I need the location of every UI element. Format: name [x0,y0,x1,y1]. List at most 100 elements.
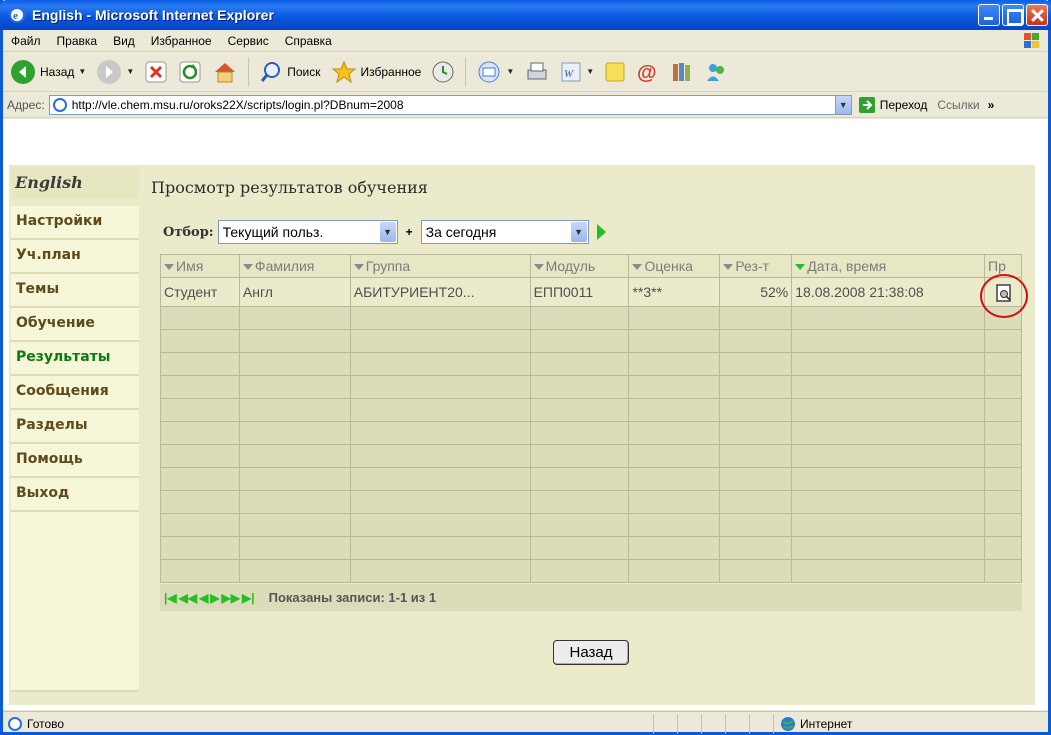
column-header-module[interactable]: Модуль [529,254,630,278]
forward-dropdown-icon[interactable]: ▼ [126,67,134,76]
window-title: English - Microsoft Internet Explorer [32,7,274,23]
chevron-down-icon[interactable]: ▼ [570,222,587,242]
column-header-grade[interactable]: Оценка [628,254,721,278]
empty-row [160,490,1022,514]
go-arrow-icon [858,96,875,113]
pager: |◀ ◀◀ ◀ ▶ ▶▶ ▶| Показаны записи: 1-1 из … [160,584,1022,611]
empty-row [160,375,1022,399]
research-button[interactable] [667,58,697,86]
address-dropdown-icon[interactable]: ▼ [834,95,851,114]
refresh-button[interactable] [175,58,205,86]
status-cell [701,713,725,734]
chevron-right-icon[interactable]: » [988,98,995,112]
page-title: Просмотр результатов обучения [151,178,428,197]
column-header-surname[interactable]: Фамилия [238,254,351,278]
cell-last-name: Англ [238,277,351,307]
back-page-button[interactable]: Назад [553,640,629,665]
status-cell [677,713,701,734]
menu-file[interactable]: Файл [3,34,49,48]
history-button[interactable] [428,58,458,86]
cell-grade: **3** [628,277,721,307]
column-header-name[interactable]: Имя [160,254,240,278]
mail-button[interactable]: ▼ [473,58,517,86]
records-count: Показаны записи: 1-1 из 1 [268,590,437,605]
first-page-icon[interactable]: |◀ [164,591,177,605]
go-button[interactable]: Переход [858,96,927,114]
sort-arrow-icon [723,264,734,271]
back-dropdown-icon[interactable]: ▼ [78,67,86,76]
mail-icon [478,61,500,82]
note-button[interactable] [601,59,629,85]
prev-page-icon[interactable]: ◀ [199,591,208,605]
menu-edit[interactable]: Правка [49,34,106,48]
people-icon [707,63,725,81]
next-page-icon[interactable]: ▶ [210,591,219,605]
sidebar-item-settings[interactable]: Настройки [11,206,139,240]
favorites-button[interactable]: Избранное [328,58,425,86]
stop-button[interactable] [141,58,171,86]
last-page-icon[interactable]: ▶| [242,591,255,605]
empty-row [160,329,1022,353]
sidebar: Настройки Уч.план Темы Обучение Результа… [11,206,139,692]
links-button[interactable]: Ссылки [937,98,979,112]
table-row[interactable]: Студент Англ АБИТУРИЕНТ20... ЕПП0011 **3… [160,277,1022,307]
chevron-down-icon[interactable]: ▼ [379,222,396,242]
maximize-button[interactable] [1002,4,1024,26]
forward-button[interactable]: ▼ [93,57,137,87]
home-button[interactable] [209,58,241,86]
menu-tools[interactable]: Сервис [220,34,277,48]
apply-filter-icon[interactable] [596,224,606,240]
sidebar-item-sections[interactable]: Разделы [11,410,139,444]
period-filter-select[interactable]: За сегодня ▼ [420,220,589,244]
print-button[interactable] [521,58,553,86]
user-filter-value: Текущий польз. [222,224,324,240]
edit-dropdown-icon[interactable]: ▼ [586,67,594,76]
next-page-fast-icon[interactable]: ▶▶ [222,591,240,605]
column-header-result[interactable]: Рез-т [719,254,793,278]
edit-word-button[interactable]: W ▼ [557,59,597,85]
messenger-button[interactable]: @ [633,58,663,86]
prev-page-fast-icon[interactable]: ◀◀ [179,591,197,605]
user-filter-select[interactable]: Текущий польз. ▼ [217,220,398,244]
sidebar-item-help[interactable]: Помощь [11,444,139,478]
column-header-datetime[interactable]: Дата, время [791,254,985,278]
cell-module: ЕПП0011 [529,277,630,307]
sort-arrow-icon [164,264,174,271]
page-icon [52,97,67,112]
sidebar-header: English [11,167,139,199]
page-icon [8,716,22,731]
printer-icon [527,62,547,79]
address-input[interactable]: http://vle.chem.msu.ru/oroks22X/scripts/… [48,94,852,115]
toolbar-separator [465,56,467,87]
search-button[interactable]: Поиск [256,58,323,86]
minimize-button[interactable] [978,4,1000,26]
column-header-group[interactable]: Группа [349,254,531,278]
filter-plus: + [405,225,413,239]
msn-button[interactable] [701,58,731,86]
zone-text: Интернет [800,716,853,731]
sidebar-item-messages[interactable]: Сообщения [11,376,139,410]
books-icon [673,62,691,81]
menu-help[interactable]: Справка [277,34,340,48]
cell-group: АБИТУРИЕНТ20... [349,277,531,307]
security-zone: Интернет [773,713,1013,734]
windows-flag-icon [1024,32,1039,48]
sort-arrow-active-icon [795,264,806,271]
svg-text:@: @ [637,62,657,84]
sidebar-item-study-plan[interactable]: Уч.план [11,240,139,274]
stop-icon [145,61,167,82]
sidebar-item-topics[interactable]: Темы [11,274,139,308]
sidebar-item-results[interactable]: Результаты [11,342,139,376]
favorites-button-label: Избранное [360,64,422,79]
menu-view[interactable]: Вид [105,34,143,48]
menu-bar: Файл Правка Вид Избранное Сервис Справка [3,30,1048,52]
home-icon [215,62,236,82]
back-button[interactable]: Назад ▼ [7,57,89,87]
mail-dropdown-icon[interactable]: ▼ [506,67,514,76]
close-button[interactable] [1026,4,1048,26]
menu-favorites[interactable]: Избранное [143,34,220,48]
sidebar-item-exit[interactable]: Выход [11,478,139,512]
sidebar-item-learning[interactable]: Обучение [11,308,139,342]
toolbar-separator [248,56,250,87]
refresh-icon [179,61,201,82]
